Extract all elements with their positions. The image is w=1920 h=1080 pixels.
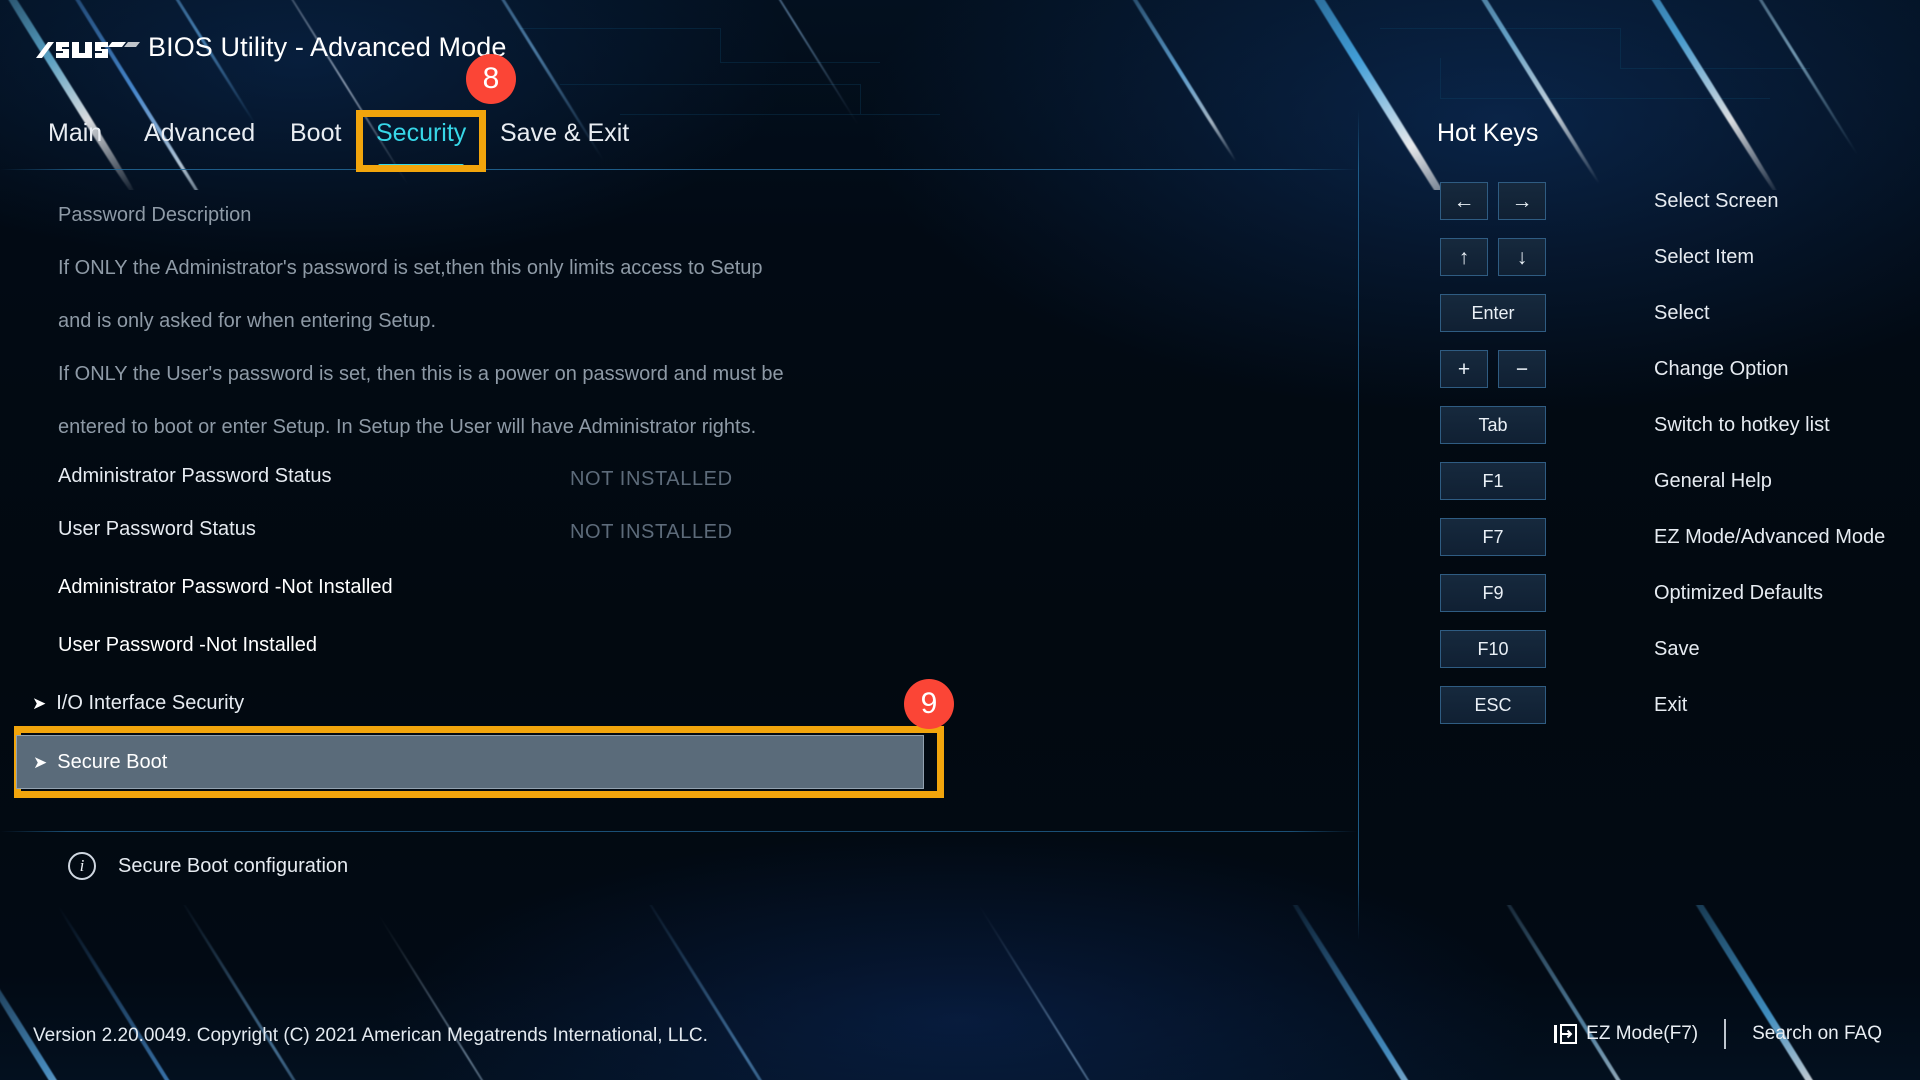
plus-icon: + [1457,357,1471,381]
hotkey-row-optimized-defaults: F9 Optimized Defaults [1358,574,1920,616]
hotkeys-panel: ← → Select Screen ↑ ↓ Select Item Enter … [1358,172,1920,832]
hotkey-desc-switch-hotkey-list: Switch to hotkey list [1654,413,1830,436]
submenu-secure-boot[interactable]: ➤ Secure Boot [16,735,924,789]
version-text: Version 2.20.0049. Copyright (C) 2021 Am… [33,1025,708,1046]
submenu-io-interface-security[interactable]: ➤ I/O Interface Security [32,692,244,715]
hotkey-row-select: Enter Select [1358,294,1920,336]
password-description-line-1: If ONLY the Administrator's password is … [58,257,763,279]
info-icon: i [68,852,96,880]
key-arrow-down[interactable]: ↓ [1498,238,1546,276]
hotkey-desc-save: Save [1654,637,1700,660]
user-password-status-value: NOT INSTALLED [570,521,733,543]
arrow-left-icon: ← [1453,189,1475,213]
key-plus[interactable]: + [1440,350,1488,388]
ez-mode-button[interactable]: EZ Mode(F7) [1554,1023,1698,1045]
hotkey-desc-general-help: General Help [1654,469,1772,492]
user-password-item[interactable]: User Password -Not Installed [58,634,317,657]
hotkey-desc-exit: Exit [1654,693,1688,716]
arrow-right-icon: → [1511,189,1533,213]
exit-to-app-icon [1554,1024,1578,1044]
key-minus[interactable]: − [1498,350,1546,388]
key-arrow-right[interactable]: → [1498,182,1546,220]
hotkey-desc-select-item: Select Item [1654,245,1755,268]
hotkey-desc-select-screen: Select Screen [1654,189,1779,212]
search-on-faq-button[interactable]: Search on FAQ [1752,1023,1882,1045]
key-arrow-left[interactable]: ← [1440,182,1488,220]
help-info-strip: i Secure Boot configuration [0,832,1358,922]
key-esc[interactable]: ESC [1440,686,1546,724]
arrow-down-icon: ↓ [1516,245,1528,269]
asus-logo [36,36,148,66]
hotkey-row-change-option: + − Change Option [1358,350,1920,392]
tab-security[interactable]: Security [376,119,467,168]
hotkey-desc-select: Select [1654,301,1710,324]
hotkey-desc-optimized-defaults: Optimized Defaults [1654,581,1823,604]
password-description-heading: Password Description [58,204,252,226]
arrow-up-icon: ↑ [1458,245,1470,269]
tab-save-exit[interactable]: Save & Exit [500,119,629,154]
main-content-panel: Password Description If ONLY the Adminis… [0,172,1358,832]
tab-advanced[interactable]: Advanced [144,119,255,154]
key-f7[interactable]: F7 [1440,518,1546,556]
submenu-secure-boot-label: Secure Boot [57,750,168,773]
key-f10[interactable]: F10 [1440,630,1546,668]
page-title: BIOS Utility - Advanced Mode [148,32,507,62]
password-description-line-3: If ONLY the User's password is set, then… [58,363,784,385]
user-password-status-label: User Password Status [58,518,256,540]
hotkey-row-select-item: ↑ ↓ Select Item [1358,238,1920,280]
footer-divider [1724,1019,1727,1049]
tab-active-underline [378,164,465,168]
hotkey-row-switch-hotkey-list: Tab Switch to hotkey list [1358,406,1920,448]
hotkey-row-ez-advanced-mode: F7 EZ Mode/Advanced Mode [1358,518,1920,560]
admin-password-status-value: NOT INSTALLED [570,468,733,490]
hotkey-row-exit: ESC Exit [1358,686,1920,728]
key-f1[interactable]: F1 [1440,462,1546,500]
bios-screen: BIOS Utility - Advanced Mode Main Advanc… [0,0,1920,1080]
header-bar: BIOS Utility - Advanced Mode [0,0,1920,110]
hotkey-desc-ez-advanced-mode: EZ Mode/Advanced Mode [1654,525,1886,548]
hotkey-row-select-screen: ← → Select Screen [1358,182,1920,224]
chevron-right-icon: ➤ [32,694,47,713]
admin-password-status-label: Administrator Password Status [58,465,332,487]
callout-badge-9: 9 [904,679,954,729]
administrator-password-item[interactable]: Administrator Password -Not Installed [58,576,393,599]
callout-badge-8: 8 [466,54,516,104]
key-f9[interactable]: F9 [1440,574,1546,612]
key-tab[interactable]: Tab [1440,406,1546,444]
password-description-line-2: and is only asked for when entering Setu… [58,310,437,332]
hotkeys-title: Hot Keys [1437,119,1539,147]
hotkey-desc-change-option: Change Option [1654,357,1789,380]
key-enter[interactable]: Enter [1440,294,1546,332]
ez-mode-label: EZ Mode(F7) [1586,1023,1699,1044]
tab-main[interactable]: Main [48,119,102,154]
hotkey-row-save: F10 Save [1358,630,1920,672]
footer-bar: Version 2.20.0049. Copyright (C) 2021 Am… [0,940,1920,1080]
hotkey-row-general-help: F1 General Help [1358,462,1920,504]
chevron-right-icon: ➤ [33,752,48,772]
password-description-line-4: entered to boot or enter Setup. In Setup… [58,416,757,438]
minus-icon: − [1515,357,1529,381]
submenu-io-interface-security-label: I/O Interface Security [56,692,245,714]
tab-security-label: Security [376,119,467,147]
tab-boot[interactable]: Boot [290,119,341,154]
key-arrow-up[interactable]: ↑ [1440,238,1488,276]
help-text: Secure Boot configuration [118,854,349,877]
main-tab-bar: Main Advanced Boot Security Save & Exit [0,110,1358,172]
